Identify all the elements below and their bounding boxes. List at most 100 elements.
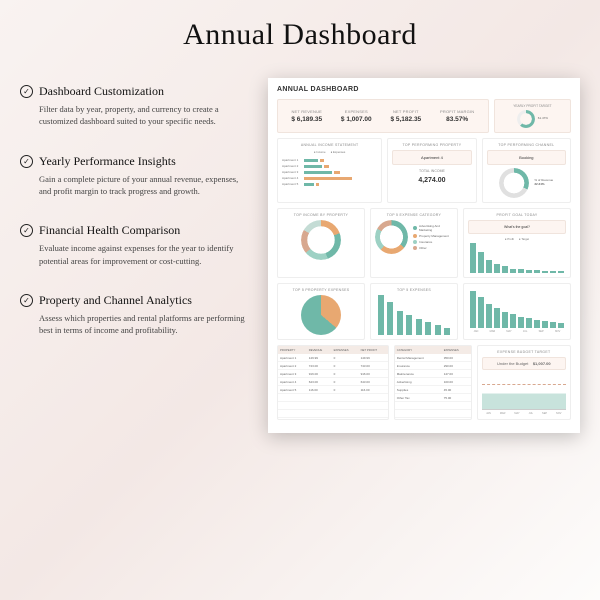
status-text: Under the Budget bbox=[497, 361, 528, 366]
feature-desc: Evaluate income against expenses for the… bbox=[20, 242, 250, 267]
chart-title: TOP PERFORMING PROPERTY bbox=[392, 143, 471, 147]
chart-title: EXPENSE BUDGET TARGET bbox=[482, 350, 566, 354]
donut-icon bbox=[499, 168, 529, 198]
property-table-panel: PROPERTYREVENUEEXPENSESNET PROFIT Apartm… bbox=[277, 345, 389, 420]
table-header: REVENUE bbox=[307, 346, 332, 354]
bar-label: Apartment 4 bbox=[282, 176, 302, 180]
table-row: Rental Management350.00 bbox=[395, 354, 471, 362]
channel-name: Booking bbox=[487, 150, 566, 165]
month-label: SEP bbox=[542, 412, 547, 415]
chart-title: ANNUAL INCOME STATEMENT bbox=[282, 143, 377, 147]
kpi-label: NET REVENUE bbox=[291, 109, 322, 114]
feature-desc: Gain a complete picture of your annual r… bbox=[20, 173, 250, 198]
month-label: JAN bbox=[486, 412, 491, 415]
month-label: JUL bbox=[529, 412, 533, 415]
check-icon: ✓ bbox=[20, 155, 33, 168]
top-channel-panel: TOP PERFORMING CHANNEL Booking % of Reve… bbox=[482, 138, 571, 203]
chart-title: TOP 5 EXPENSE CATEGORY bbox=[375, 213, 453, 217]
feature-desc: Assess which properties and rental platf… bbox=[20, 312, 250, 337]
card-title: YEARLY PROFIT TARGET bbox=[499, 104, 566, 108]
chart-title: TOP INCOME BY PROPERTY bbox=[282, 213, 360, 217]
budget-target-panel: EXPENSE BUDGET TARGET Under the Budget $… bbox=[477, 345, 571, 420]
table-row: Supplies45.00 bbox=[395, 386, 471, 394]
table-row: Insurance290.00 bbox=[395, 362, 471, 370]
chart-title: TOP 5 EXPENSES bbox=[375, 288, 453, 292]
feature-name: Property and Channel Analytics bbox=[39, 293, 192, 308]
month-label: JAN bbox=[474, 330, 479, 333]
table-header: NET PROFIT bbox=[359, 346, 388, 354]
check-icon: ✓ bbox=[20, 85, 33, 98]
top-property-panel: TOP PERFORMING PROPERTY Apartment 4 Tota… bbox=[387, 138, 476, 203]
legend-label: Income bbox=[316, 150, 325, 154]
legend-label: Advertising And Marketing bbox=[419, 224, 453, 232]
kpi-card: NET REVENUE$ 6,189.35 EXPENSES$ 1,007.00… bbox=[277, 99, 489, 133]
chart-title: TOP 5 PROPERTY EXPENSES bbox=[282, 288, 360, 292]
month-label: MAY bbox=[514, 412, 519, 415]
feature-name: Financial Health Comparison bbox=[39, 223, 180, 238]
kpi-value: 83.57% bbox=[440, 116, 474, 123]
dashboard-title: ANNUAL DASHBOARD bbox=[277, 86, 571, 93]
pie-chart-icon bbox=[301, 295, 341, 335]
kpi-label: NET PROFIT bbox=[390, 109, 421, 114]
kpi-value: $ 6,189.35 bbox=[291, 116, 322, 123]
table-header: EXPENSES bbox=[332, 346, 359, 354]
kpi-label: EXPENSES bbox=[341, 109, 372, 114]
table-row: Maintenance147.00 bbox=[395, 370, 471, 378]
category-table: CATEGORYEXPENSES Rental Management350.00… bbox=[395, 346, 471, 418]
chart-title: PROFIT GOAL TODAY bbox=[468, 213, 566, 217]
profit-target-card: YEARLY PROFIT TARGET 61.47% bbox=[494, 99, 571, 133]
feature-name: Yearly Performance Insights bbox=[39, 154, 176, 169]
month-label: NOV bbox=[555, 330, 560, 333]
legend-label: Insurance bbox=[419, 240, 432, 244]
legend-label: Expenses bbox=[333, 150, 345, 154]
table-row: Apartment 1149.990149.99 bbox=[278, 354, 388, 362]
legend-label: Target bbox=[521, 237, 529, 241]
percent-value: 61.47% bbox=[538, 117, 548, 121]
feature-item: ✓ Yearly Performance Insights Gain a comp… bbox=[20, 154, 250, 198]
property-table: PROPERTYREVENUEEXPENSESNET PROFIT Apartm… bbox=[278, 346, 388, 418]
kpi-value: $ 5,182.35 bbox=[390, 116, 421, 123]
table-row: Other Tax75.00 bbox=[395, 394, 471, 402]
property-name: Apartment 4 bbox=[392, 150, 471, 165]
table-row: Apartment 5116.000116.00 bbox=[278, 386, 388, 394]
feature-item: ✓Dashboard Customization Filter data by … bbox=[20, 84, 250, 128]
table-row: Apartment 4643.000643.00 bbox=[278, 378, 388, 386]
monthly-bars-panel: JANMARMAYJULSEPNOV bbox=[463, 283, 571, 340]
kpi-label: PROFIT MARGIN bbox=[440, 109, 474, 114]
table-row: Advertising100.00 bbox=[395, 378, 471, 386]
donut-icon bbox=[517, 110, 535, 128]
legend-label: Profit bbox=[507, 237, 514, 241]
donut-chart-icon bbox=[301, 220, 341, 260]
income-by-property-panel: TOP INCOME BY PROPERTY bbox=[277, 208, 365, 278]
table-header: CATEGORY bbox=[395, 346, 442, 354]
month-label: SEP bbox=[539, 330, 544, 333]
month-label: NOV bbox=[556, 412, 561, 415]
table-header: EXPENSES bbox=[442, 346, 471, 354]
expense-category-panel: TOP 5 EXPENSE CATEGORY Advertising And M… bbox=[370, 208, 458, 278]
feature-item: ✓Property and Channel Analytics Assess w… bbox=[20, 293, 250, 337]
table-header: PROPERTY bbox=[278, 346, 307, 354]
metric-label: Total Income bbox=[392, 169, 471, 173]
category-table-panel: CATEGORYEXPENSES Rental Management350.00… bbox=[394, 345, 472, 420]
bar-label: Apartment 2 bbox=[282, 164, 302, 168]
feature-list: ✓Dashboard Customization Filter data by … bbox=[20, 78, 250, 433]
month-label: MAY bbox=[506, 330, 511, 333]
month-label: JUL bbox=[523, 330, 527, 333]
expense-property-panel: TOP 5 PROPERTY EXPENSES bbox=[277, 283, 365, 340]
month-label: MAR bbox=[500, 412, 506, 415]
legend-label: Property Management bbox=[419, 234, 449, 238]
table-row: Apartment 2743.000743.00 bbox=[278, 362, 388, 370]
feature-name: Dashboard Customization bbox=[39, 84, 164, 99]
legend-label: Other bbox=[419, 246, 427, 250]
income-statement-panel: ANNUAL INCOME STATEMENT ● Income● Expens… bbox=[277, 138, 382, 203]
metric-value: 4,274.00 bbox=[392, 177, 471, 184]
donut-chart-icon bbox=[375, 220, 408, 254]
bar-label: Apartment 5 bbox=[282, 182, 302, 186]
page-title: Annual Dashboard bbox=[20, 18, 580, 52]
bar-label: Apartment 3 bbox=[282, 170, 302, 174]
table-row: Apartment 3916.000916.00 bbox=[278, 370, 388, 378]
profit-goal-panel: PROFIT GOAL TODAY What's the goal? ● Pro… bbox=[463, 208, 571, 278]
status-text: What's the goal? bbox=[468, 220, 566, 234]
top-expenses-panel: TOP 5 EXPENSES bbox=[370, 283, 458, 340]
metric-value: 32.34% bbox=[534, 183, 553, 187]
